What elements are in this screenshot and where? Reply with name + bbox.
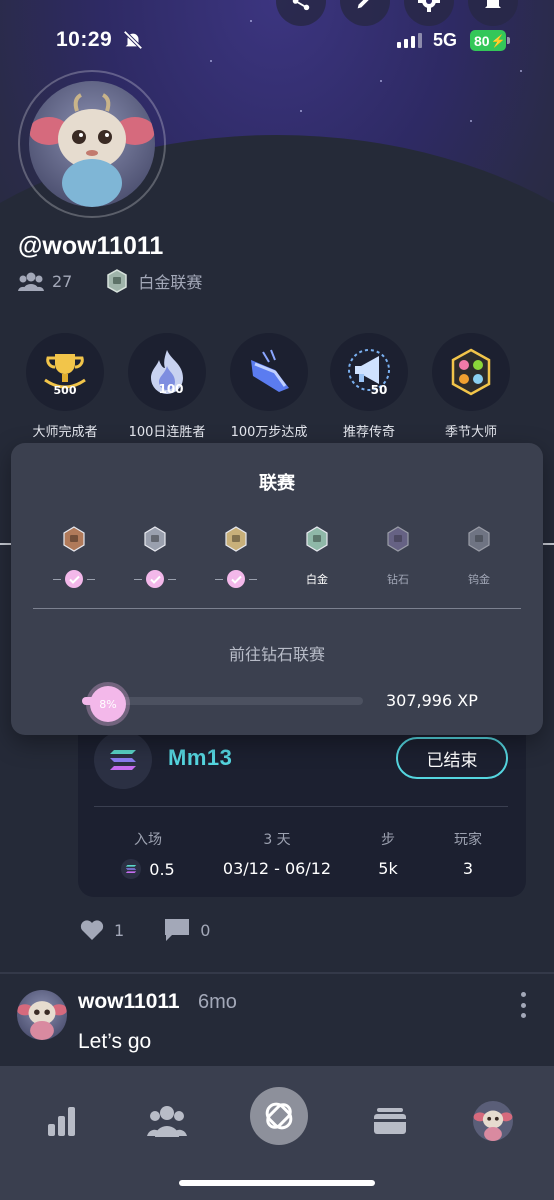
comment-text: Let’s go xyxy=(78,1030,152,1053)
seasons-icon xyxy=(451,348,491,396)
comment-username[interactable]: wow11011 xyxy=(78,990,180,1014)
achievement-label: 推荐传奇 xyxy=(342,425,395,440)
titanium-badge-icon xyxy=(468,526,490,552)
app-logo-icon xyxy=(265,1102,293,1130)
network-type: 5G xyxy=(433,30,458,50)
comment-time: 6mo xyxy=(198,991,237,1013)
xp-total: 307,996 XP xyxy=(386,691,478,710)
next-league-goal: 前往钻石联赛 xyxy=(228,645,325,664)
achievement-referral-legend[interactable]: 50 推荐传奇 xyxy=(319,333,419,440)
svg-text:50: 50 xyxy=(371,383,388,397)
stat-steps: 步 5k xyxy=(378,832,398,878)
challenge-name: Mm13 xyxy=(168,745,233,770)
creature-avatar-image xyxy=(29,93,155,207)
heart-icon[interactable] xyxy=(80,919,104,941)
league-tier-gold[interactable] xyxy=(196,525,276,589)
league-name[interactable]: 白金联赛 xyxy=(138,269,202,293)
bar-chart-icon xyxy=(48,1107,75,1136)
stat-duration: 3 天 03/12 - 06/12 xyxy=(222,832,332,878)
achievement-season-master[interactable]: 季节大师 xyxy=(421,333,521,440)
comment-icon[interactable] xyxy=(164,918,190,942)
tier-label: 钻石 xyxy=(387,573,409,586)
group-icon[interactable] xyxy=(18,271,44,291)
nav-community[interactable] xyxy=(142,1096,192,1146)
signal-icon xyxy=(397,33,422,48)
achievement-100-day-streak[interactable]: 100 100日连胜者 xyxy=(117,333,217,440)
league-popup-title: 联赛 xyxy=(259,473,295,494)
league-tier-titanium[interactable]: 钨金 xyxy=(439,525,519,589)
league-popup[interactable]: 联赛 白金 钻石 钨金 前往钻石联赛 8% 307,996 XP xyxy=(11,443,543,735)
home-indicator xyxy=(179,1180,375,1186)
followers-count[interactable]: 27 xyxy=(52,272,72,291)
achievement-1m-steps[interactable]: 100万步达成 xyxy=(219,333,319,440)
bronze-badge-icon xyxy=(63,526,85,552)
nav-home-button[interactable] xyxy=(250,1087,308,1145)
nav-wallet[interactable] xyxy=(365,1096,415,1146)
tier-label: 白金 xyxy=(306,573,328,586)
status-bar: 10:29 5G 80 ⚡ xyxy=(0,0,554,80)
trophy-icon: 500 xyxy=(44,354,86,397)
silver-badge-icon xyxy=(144,526,166,552)
tier-label: 钨金 xyxy=(468,573,490,586)
achievement-label: 季节大师 xyxy=(444,425,497,440)
league-tier-silver[interactable] xyxy=(115,525,195,589)
stat-players: 玩家 3 xyxy=(454,832,482,878)
platinum-league-icon xyxy=(107,269,128,293)
solana-icon xyxy=(94,731,152,789)
check-icon xyxy=(146,570,164,588)
flame-icon: 100 xyxy=(151,350,184,396)
battery-level: 80 xyxy=(474,32,490,49)
achievement-label: 100万步达成 xyxy=(230,425,308,440)
check-icon xyxy=(227,570,245,588)
svg-text:100: 100 xyxy=(158,382,183,396)
stat-entry: 入场 0.5 xyxy=(116,829,180,879)
platinum-badge-icon xyxy=(306,526,328,552)
divider-right xyxy=(543,543,554,545)
challenge-status-button[interactable]: 已结束 xyxy=(396,737,508,779)
people-icon xyxy=(147,1106,187,1137)
diamond-badge-icon xyxy=(387,526,409,552)
gold-badge-icon xyxy=(225,526,247,552)
solana-icon xyxy=(121,859,142,879)
clock: 10:29 xyxy=(56,28,113,51)
bell-off-icon xyxy=(123,30,143,50)
achievement-master-finisher[interactable]: 500 大师完成者 xyxy=(15,333,115,440)
wallet-icon xyxy=(374,1108,406,1134)
divider-left xyxy=(0,543,11,545)
profile-avatar-icon xyxy=(473,1101,513,1141)
achievement-label: 大师完成者 xyxy=(32,425,98,440)
league-progress-knob[interactable]: 8% xyxy=(90,686,126,722)
megaphone-icon: 50 xyxy=(348,349,390,397)
achievements-row: 500 大师完成者 100 100日连胜者 100万步达成 50 推荐传奇 季节… xyxy=(0,333,554,443)
like-count: 1 xyxy=(114,920,125,940)
post-reactions: 1 0 xyxy=(80,918,210,942)
comment-count: 0 xyxy=(200,920,211,940)
svg-text:500: 500 xyxy=(54,384,77,397)
sneaker-icon xyxy=(251,349,289,392)
commenter-avatar[interactable] xyxy=(17,990,67,1040)
battery-indicator: 80 ⚡ xyxy=(470,30,506,51)
nav-stats[interactable] xyxy=(37,1096,87,1146)
achievement-label: 100日连胜者 xyxy=(128,425,206,440)
league-tier-bronze[interactable] xyxy=(34,525,114,589)
username: @wow11011 xyxy=(18,232,164,260)
more-options-icon[interactable] xyxy=(517,992,529,1018)
profile-avatar[interactable] xyxy=(18,70,166,218)
check-icon xyxy=(65,570,83,588)
profile-meta: 27 白金联赛 xyxy=(18,268,202,294)
league-tier-platinum[interactable]: 白金 xyxy=(277,525,357,589)
league-tier-diamond[interactable]: 钻石 xyxy=(358,525,438,589)
nav-profile[interactable] xyxy=(468,1096,518,1146)
bottom-nav xyxy=(0,1066,554,1200)
